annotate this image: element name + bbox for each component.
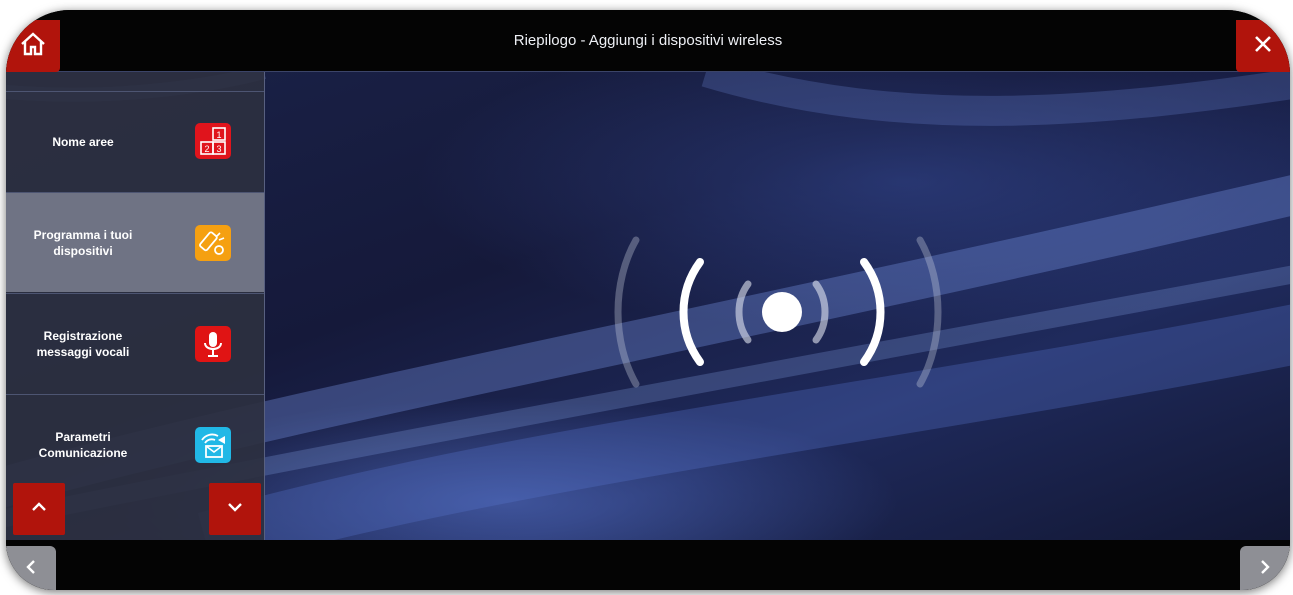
sidebar: Nome aree 1 2 3 Programma i tuoi disposi… bbox=[6, 72, 265, 540]
close-button[interactable] bbox=[1236, 20, 1290, 72]
forward-button[interactable] bbox=[1240, 546, 1290, 590]
sidebar-item-programma-dispositivi[interactable]: Programma i tuoi dispositivi bbox=[6, 192, 264, 292]
sidebar-item-nome-aree[interactable]: Nome aree 1 2 3 bbox=[6, 91, 264, 191]
microphone-icon bbox=[195, 326, 231, 362]
device-frame: Riepilogo - Aggiungi i dispositivi wirel… bbox=[6, 10, 1290, 590]
svg-text:2: 2 bbox=[204, 144, 209, 154]
close-icon bbox=[1252, 33, 1274, 60]
page-title: Riepilogo - Aggiungi i dispositivi wirel… bbox=[513, 32, 783, 49]
area-grid-icon: 1 2 3 bbox=[195, 123, 231, 159]
top-bar: Riepilogo - Aggiungi i dispositivi wirel… bbox=[6, 10, 1290, 72]
chevron-up-icon bbox=[30, 500, 48, 518]
wireless-signal-icon bbox=[608, 232, 948, 397]
sidebar-item-label: Parametri Comunicazione bbox=[38, 430, 128, 460]
chevron-down-icon bbox=[226, 500, 244, 518]
key-fob-icon bbox=[195, 225, 231, 261]
chevron-right-icon bbox=[1258, 558, 1272, 581]
sidebar-item-parametri-comunicazione[interactable]: Parametri Comunicazione bbox=[6, 394, 264, 494]
home-button[interactable] bbox=[6, 20, 60, 72]
svg-text:3: 3 bbox=[216, 144, 221, 154]
sidebar-item-label: Nome aree bbox=[52, 135, 114, 149]
scroll-up-button[interactable] bbox=[13, 483, 65, 535]
main-area: Nome aree 1 2 3 Programma i tuoi disposi… bbox=[6, 72, 1290, 540]
back-button[interactable] bbox=[6, 546, 56, 590]
sidebar-item-label: Registrazione messaggi vocali bbox=[36, 329, 130, 359]
bottom-bar bbox=[6, 540, 1290, 590]
chevron-left-icon bbox=[24, 558, 38, 581]
communication-icon bbox=[195, 427, 231, 463]
sidebar-item-registrazione-messaggi[interactable]: Registrazione messaggi vocali bbox=[6, 293, 264, 393]
svg-text:1: 1 bbox=[216, 130, 221, 140]
home-icon bbox=[19, 31, 47, 62]
scroll-down-button[interactable] bbox=[209, 483, 261, 535]
sidebar-item-label: Programma i tuoi dispositivi bbox=[33, 228, 133, 258]
